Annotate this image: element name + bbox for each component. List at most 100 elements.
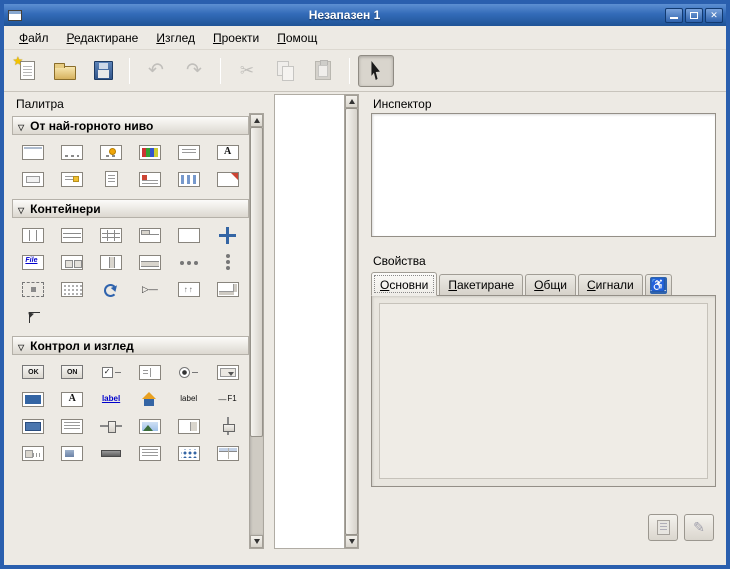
cut-button[interactable]	[229, 55, 265, 87]
palette-scrollbar[interactable]	[249, 113, 264, 549]
palette-item-entry[interactable]	[14, 388, 53, 410]
titlebar[interactable]: Незапазен 1	[4, 4, 726, 26]
palette-item-popup-window[interactable]	[208, 168, 247, 190]
palette-item-tree-view[interactable]	[208, 442, 247, 464]
design-canvas[interactable]	[274, 94, 344, 549]
palette-item-text-view[interactable]	[53, 415, 92, 437]
palette-section-header-1[interactable]: От най-горното ниво	[12, 116, 249, 135]
palette-item-file-selection-dialog[interactable]	[169, 141, 208, 163]
palette-item-fixed[interactable]	[208, 224, 247, 246]
undo-button[interactable]	[138, 55, 174, 87]
tab-common[interactable]: Общи	[525, 274, 576, 295]
palette-item-color-selection-dialog[interactable]	[130, 141, 169, 163]
palette-scroll-thumb[interactable]	[250, 127, 263, 437]
palette-item-hpaned[interactable]	[92, 251, 131, 273]
palette-item-handle-box[interactable]	[92, 278, 131, 300]
palette-item-toggle-button[interactable]: ON	[53, 361, 92, 383]
palette-item-button[interactable]: OK	[14, 361, 53, 383]
inspector-view[interactable]	[371, 113, 716, 237]
canvas-scroll-thumb[interactable]	[345, 108, 358, 535]
tab-signals[interactable]: Сигнали	[578, 274, 643, 295]
palette-item-combo-box-entry[interactable]	[130, 388, 169, 410]
properties-content[interactable]	[379, 303, 708, 479]
palette-item-frame[interactable]	[169, 224, 208, 246]
palette-item-file-chooser-widget[interactable]	[169, 168, 208, 190]
palette-item-recent-chooser-dialog[interactable]	[130, 168, 169, 190]
palette-section-header-3[interactable]: Контрол и изглед	[12, 336, 249, 355]
palette-item-text-entry[interactable]: A	[53, 388, 92, 410]
palette-item-table[interactable]	[92, 224, 131, 246]
palette-item-label[interactable]: label	[169, 388, 208, 410]
copy-button[interactable]	[267, 55, 303, 87]
selector-button[interactable]	[358, 55, 394, 87]
menu-file[interactable]: Файл	[10, 27, 58, 49]
canvas-scrollbar[interactable]	[344, 94, 359, 549]
palette-item-hbuttonbox[interactable]	[169, 251, 208, 273]
menu-view[interactable]: Изглед	[147, 27, 204, 49]
palette-item-font-selection-dialog[interactable]: A	[208, 141, 247, 163]
palette-item-notebook[interactable]	[130, 224, 169, 246]
open-button[interactable]	[47, 55, 83, 87]
palette-item-viewport[interactable]	[169, 278, 208, 300]
new-button[interactable]	[9, 55, 45, 87]
palette-item-radio-button[interactable]	[169, 361, 208, 383]
close-button[interactable]	[705, 8, 723, 23]
palette-item-menubar[interactable]: File	[14, 251, 53, 273]
paste-button[interactable]	[305, 55, 341, 87]
palette-item-link-button[interactable]: label	[92, 388, 131, 410]
palette-scroll-down-button[interactable]	[250, 535, 263, 548]
window-title: Незапазен 1	[26, 8, 663, 22]
palette-item-aspect-frame[interactable]	[14, 305, 53, 327]
palette-item-progress-bar[interactable]	[53, 442, 92, 464]
palette-item-dialog[interactable]	[53, 141, 92, 163]
edit-button[interactable]	[684, 514, 714, 541]
palette-item-assistant[interactable]	[92, 168, 131, 190]
palette-item-layout[interactable]	[53, 278, 92, 300]
collapse-arrow-icon	[18, 339, 24, 353]
palette-item-spin-button[interactable]	[169, 415, 208, 437]
palette-item-combo-box[interactable]	[130, 361, 169, 383]
palette-item-about-dialog[interactable]	[53, 168, 92, 190]
maximize-button[interactable]	[685, 8, 703, 23]
minimize-button[interactable]	[665, 8, 683, 23]
palette-item-vpaned[interactable]	[130, 251, 169, 273]
save-button[interactable]	[85, 55, 121, 87]
palette-item-expander[interactable]	[130, 278, 169, 300]
palette-item-check-button[interactable]	[92, 361, 131, 383]
palette-item-vbox[interactable]	[53, 224, 92, 246]
palette-item-input-dialog[interactable]	[14, 168, 53, 190]
palette-item-image[interactable]	[130, 415, 169, 437]
palette-scroll-up-button[interactable]	[250, 114, 263, 127]
tab-accessibility[interactable]	[645, 274, 672, 295]
palette-item-alignment[interactable]	[14, 278, 53, 300]
palette-item-hscale[interactable]	[92, 415, 131, 437]
window-menu-icon[interactable]	[8, 10, 22, 21]
tab-packing[interactable]: Пакетиране	[439, 274, 523, 295]
redo-button[interactable]	[176, 55, 212, 87]
palette-item-option-menu[interactable]	[208, 361, 247, 383]
palette-scroll-trough[interactable]	[250, 127, 263, 535]
palette-item-hseparator[interactable]	[92, 442, 131, 464]
palette-item-icon-view[interactable]	[169, 442, 208, 464]
palette-item-statusbar[interactable]	[14, 442, 53, 464]
palette-item-vbuttonbox[interactable]	[208, 251, 247, 273]
palette-item-scrolled-window[interactable]	[208, 278, 247, 300]
menu-help[interactable]: Помощ	[268, 27, 326, 49]
palette-item-hbox[interactable]	[14, 224, 53, 246]
palette-item-toolbar[interactable]	[53, 251, 92, 273]
palette-item-combo[interactable]	[14, 415, 53, 437]
palette-item-message-dialog[interactable]	[92, 141, 131, 163]
documentation-button[interactable]	[648, 514, 678, 541]
canvas-scroll-trough[interactable]	[345, 108, 358, 535]
canvas-scroll-down-button[interactable]	[345, 535, 358, 548]
fixed-icon	[219, 227, 236, 244]
palette-item-accel-label[interactable]: F1	[208, 388, 247, 410]
menu-edit[interactable]: Редактиране	[58, 27, 148, 49]
canvas-scroll-up-button[interactable]	[345, 95, 358, 108]
tab-general[interactable]: Основни	[371, 272, 437, 296]
menu-projects[interactable]: Проекти	[204, 27, 268, 49]
palette-item-list[interactable]	[130, 442, 169, 464]
palette-section-header-2[interactable]: Контейнери	[12, 199, 249, 218]
palette-item-window[interactable]	[14, 141, 53, 163]
palette-item-vscale[interactable]	[208, 415, 247, 437]
